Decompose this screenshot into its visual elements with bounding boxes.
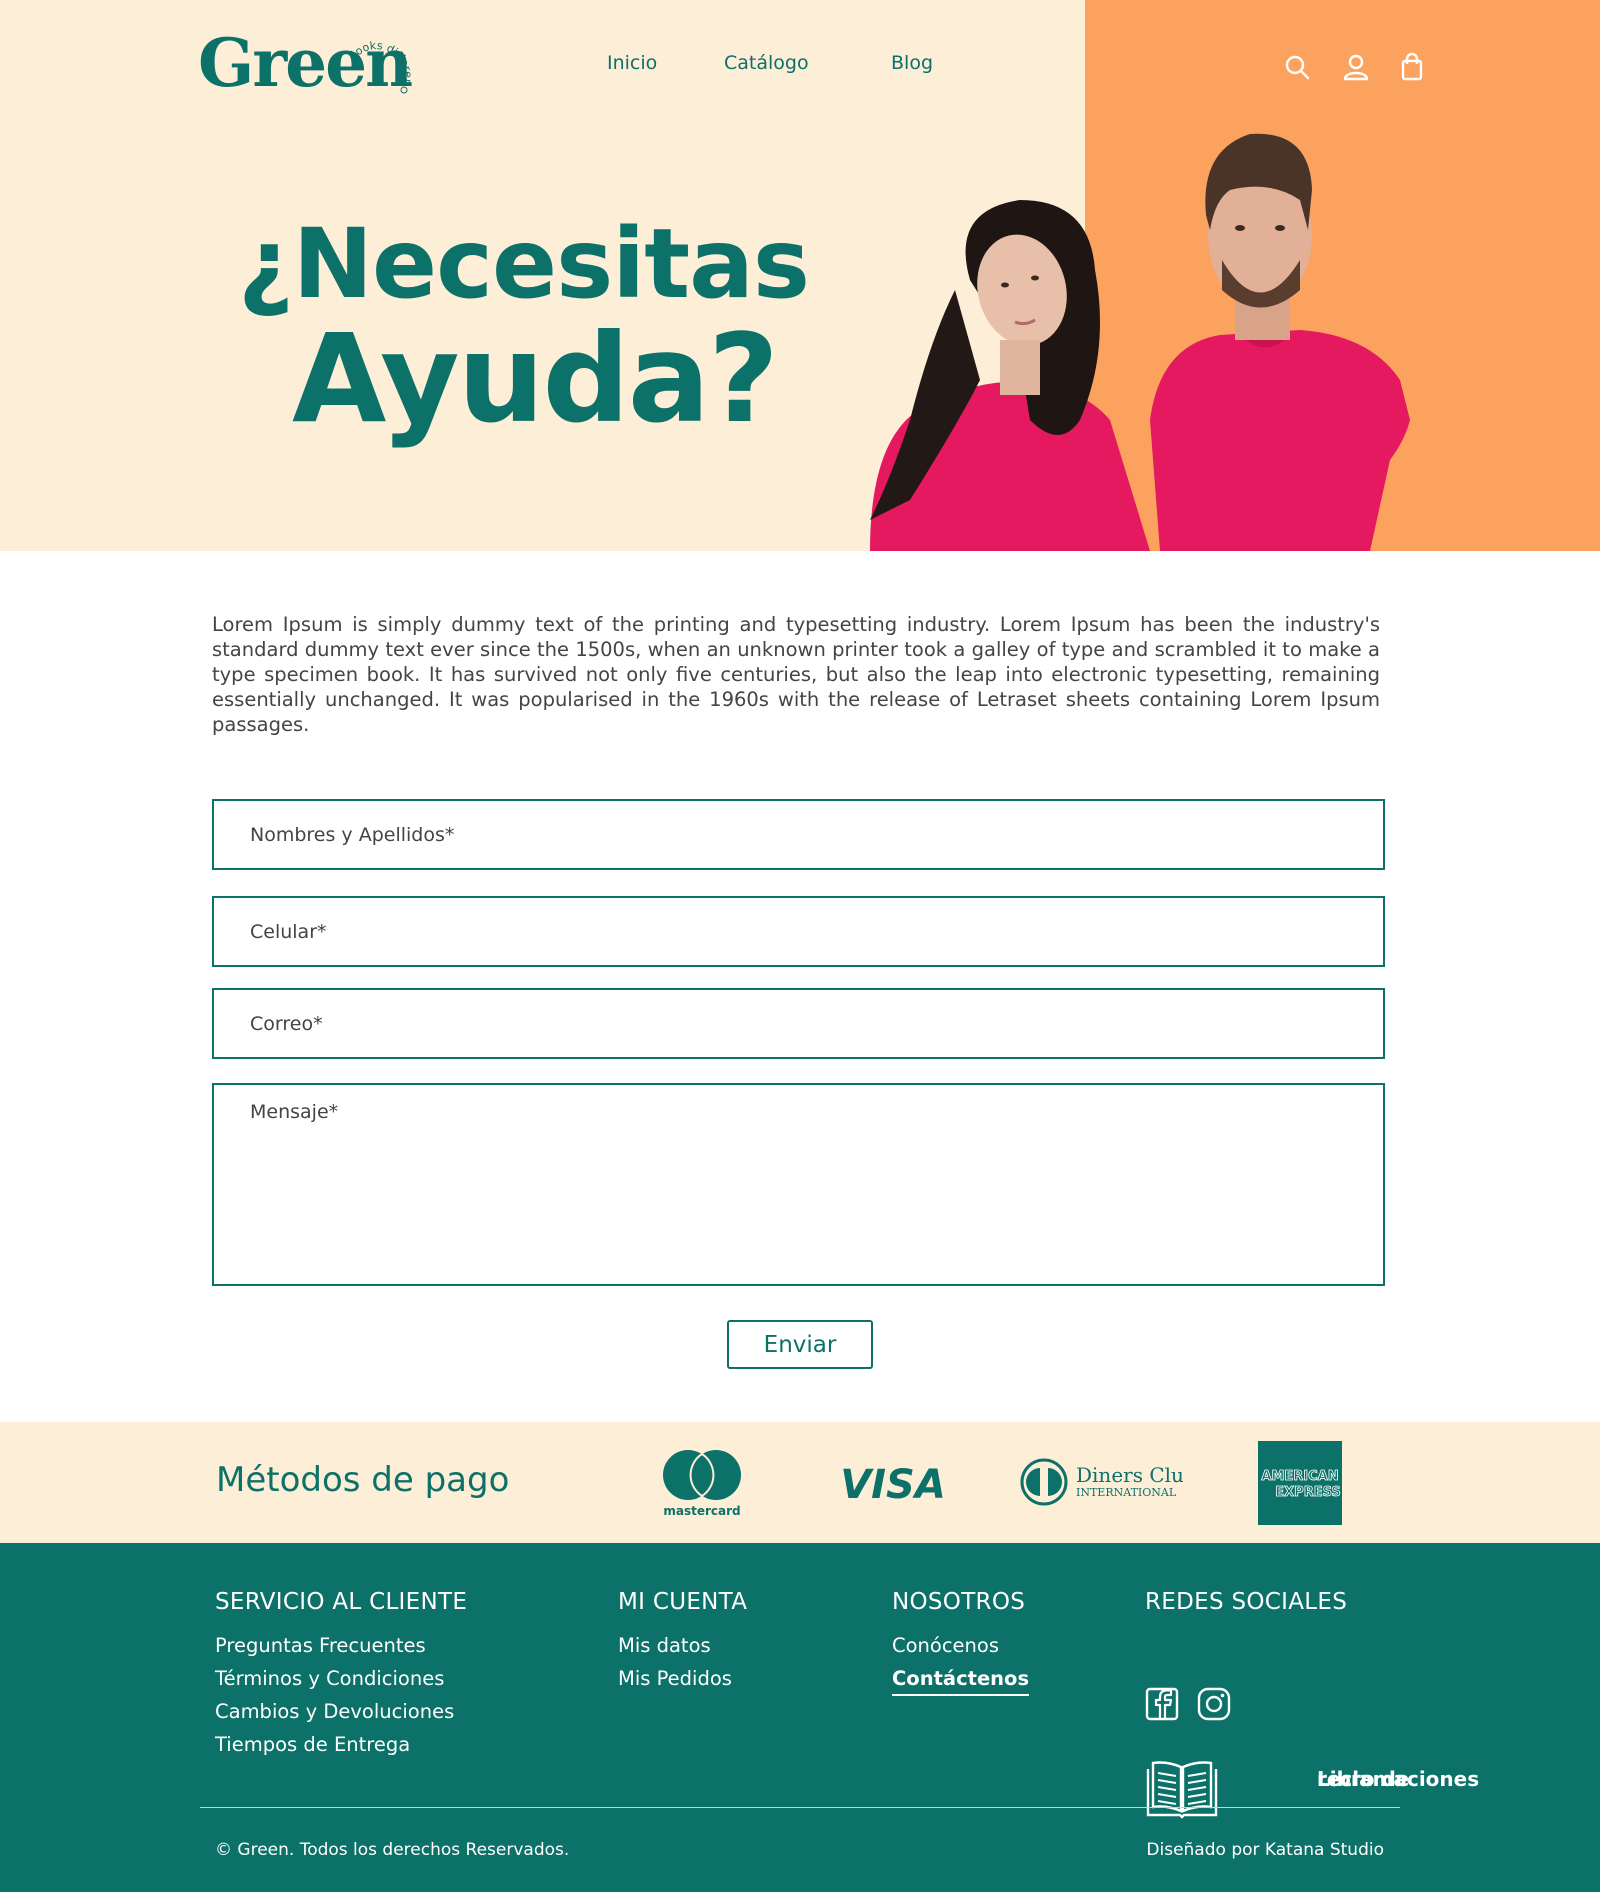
diners-text-line2: INTERNATIONAL	[1076, 1486, 1177, 1499]
phone-field-wrapper	[212, 896, 1385, 967]
name-input[interactable]	[214, 801, 1383, 868]
user-icon[interactable]	[1341, 52, 1371, 82]
nav-blog[interactable]: Blog	[891, 52, 933, 74]
hero-section: Green looks different Inicio Catálogo Bl…	[0, 0, 1600, 551]
svg-text:looks different: looks different	[348, 28, 415, 87]
man-figure	[1150, 133, 1410, 551]
footer-social-title: REDES SOCIALES	[1145, 1589, 1348, 1615]
complaints-book-icon	[1146, 1761, 1218, 1819]
hero-title-line1: ¿Necesitas	[238, 208, 810, 320]
payment-title: Métodos de pago	[216, 1460, 510, 1500]
footer-link-my-orders[interactable]: Mis Pedidos	[618, 1662, 747, 1695]
footer-account-title: MI CUENTA	[618, 1589, 748, 1615]
footer-link-my-data[interactable]: Mis datos	[618, 1629, 747, 1662]
footer-link-returns[interactable]: Cambios y Devoluciones	[215, 1695, 467, 1728]
footer: SERVICIO AL CLIENTE Preguntas Frecuentes…	[0, 1543, 1600, 1892]
footer-link-contact-label: Contáctenos	[892, 1667, 1030, 1696]
payment-methods: Métodos de pago mastercard VISA Diners C…	[0, 1422, 1600, 1543]
diners-club-logo: Diners Club INTERNATIONAL	[1018, 1458, 1197, 1506]
complaints-book-link[interactable]: Libro de reclamaciones	[1145, 1759, 1479, 1819]
complaints-book-label: Libro de reclamaciones	[1231, 1763, 1479, 1791]
email-field-wrapper	[212, 988, 1385, 1059]
amex-text-line2: EXPRESS	[1275, 1485, 1340, 1500]
instagram-icon[interactable]	[1197, 1687, 1231, 1721]
shopping-bag-icon[interactable]	[1397, 52, 1427, 82]
woman-figure	[870, 200, 1150, 551]
footer-col-about: NOSOTROS Conócenos Contáctenos	[892, 1589, 1030, 1696]
logo-tagline: looks different	[346, 18, 418, 98]
name-field-wrapper	[212, 799, 1385, 870]
diners-text-line1: Diners Club	[1076, 1463, 1183, 1487]
footer-link-faq[interactable]: Preguntas Frecuentes	[215, 1629, 467, 1662]
logo-tagline-text: looks different	[346, 18, 415, 87]
submit-button[interactable]: Enviar	[727, 1320, 873, 1369]
footer-link-contact[interactable]: Contáctenos	[892, 1662, 1030, 1696]
mastercard-logo: mastercard	[658, 1447, 746, 1519]
visa-logo: VISA	[838, 1460, 948, 1508]
message-textarea[interactable]	[214, 1085, 1383, 1284]
nav-catalogo[interactable]: Catálogo	[724, 52, 809, 74]
amex-text-line1: AMERICAN	[1261, 1469, 1338, 1484]
visa-text: VISA	[840, 1462, 946, 1504]
intro-text: Lorem Ipsum is simply dummy text of the …	[212, 613, 1380, 736]
phone-input[interactable]	[214, 898, 1383, 965]
copyright-text: © Green. Todos los derechos Reservados.	[215, 1840, 570, 1860]
footer-link-terms[interactable]: Términos y Condiciones	[215, 1662, 467, 1695]
logo[interactable]: Green looks different	[198, 18, 428, 108]
design-credit: Diseñado por Katana Studio	[1146, 1840, 1384, 1860]
complaints-book-label-line2: reclamaciones	[1317, 1767, 1480, 1791]
email-input[interactable]	[214, 990, 1383, 1057]
footer-link-delivery[interactable]: Tiempos de Entrega	[215, 1728, 467, 1761]
search-icon[interactable]	[1282, 52, 1312, 82]
footer-col-service: SERVICIO AL CLIENTE Preguntas Frecuentes…	[215, 1589, 467, 1761]
nav-inicio[interactable]: Inicio	[607, 52, 657, 74]
message-field-wrapper	[212, 1083, 1385, 1286]
footer-about-title: NOSOTROS	[892, 1589, 1026, 1615]
footer-link-about-us[interactable]: Conócenos	[892, 1629, 1029, 1662]
hero-image	[850, 120, 1410, 551]
american-express-logo: AMERICAN EXPRESS	[1258, 1441, 1342, 1525]
hero-title-line2: Ayuda?	[292, 308, 779, 450]
mastercard-text: mastercard	[663, 1504, 740, 1518]
footer-col-account: MI CUENTA Mis datos Mis Pedidos	[618, 1589, 747, 1695]
footer-divider	[200, 1807, 1400, 1808]
footer-col-social: REDES SOCIALES Libro de reclamaciones	[1145, 1589, 1479, 1819]
facebook-icon[interactable]	[1145, 1687, 1179, 1721]
footer-service-title: SERVICIO AL CLIENTE	[215, 1589, 468, 1615]
